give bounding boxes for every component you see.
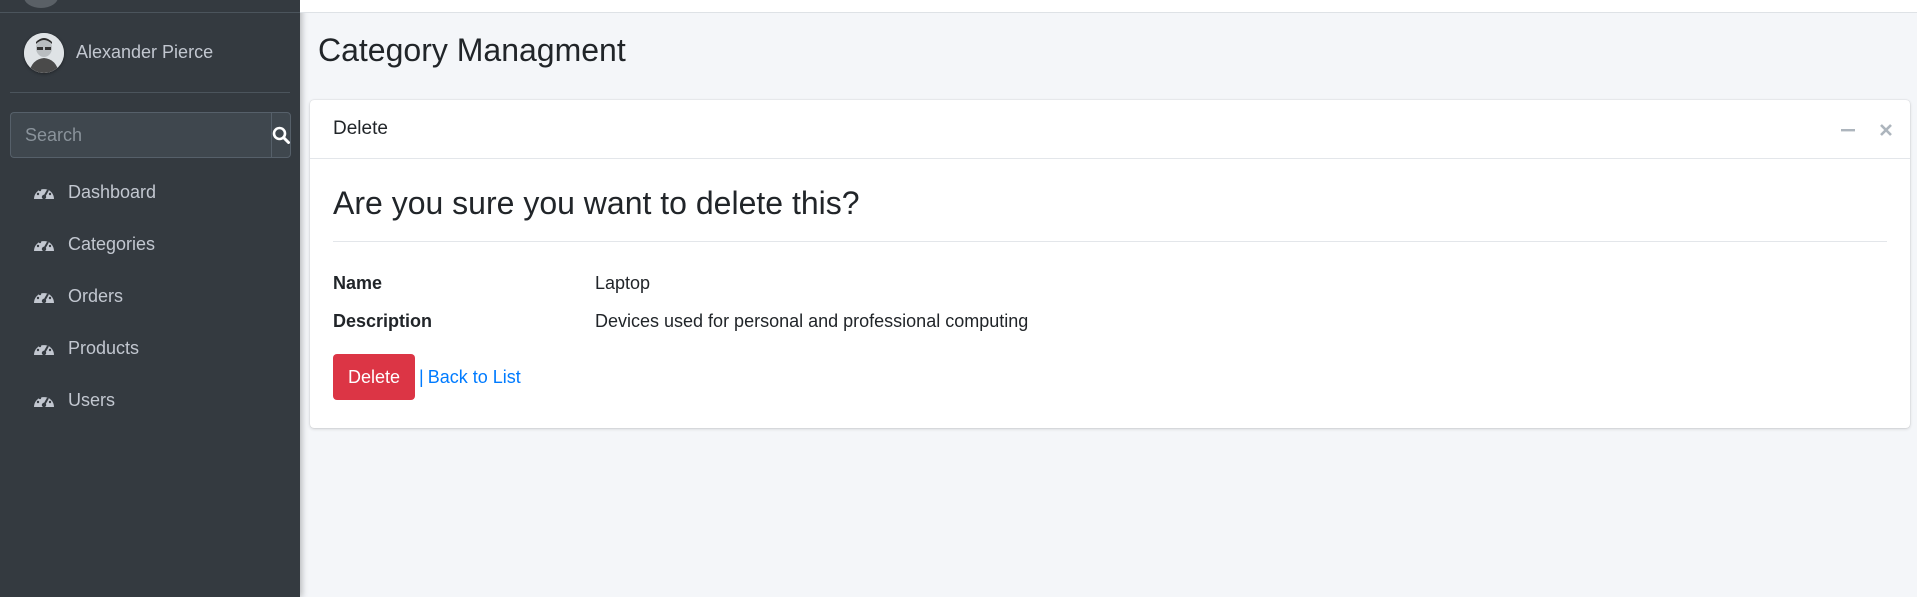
sidebar: Alexander Pierce Dashboard: [0, 0, 300, 597]
tachometer-icon: [34, 186, 54, 200]
tachometer-icon: [34, 394, 54, 408]
divider: [333, 241, 1887, 242]
card-header: Delete: [310, 100, 1910, 159]
detail-term: Description: [333, 310, 433, 331]
sidebar-item-label: Categories: [68, 233, 156, 254]
sidebar-item-label: Products: [68, 337, 140, 358]
detail-row-description: Description Devices used for personal an…: [333, 302, 1887, 340]
minus-icon: [1841, 128, 1855, 131]
search-button[interactable]: [271, 112, 291, 158]
remove-button[interactable]: [1876, 120, 1896, 140]
user-name[interactable]: Alexander Pierce: [76, 42, 213, 63]
sidebar-item-label: Orders: [68, 285, 124, 306]
brand-logo[interactable]: [24, 0, 58, 8]
tachometer-icon: [34, 342, 54, 356]
collapse-button[interactable]: [1838, 120, 1858, 140]
detail-term: Name: [333, 272, 383, 293]
tachometer-icon: [34, 290, 54, 304]
detail-row-name: Name Laptop: [333, 264, 1887, 302]
sidebar-item-products[interactable]: Products: [10, 322, 290, 374]
sidebar-item-label: Users: [68, 389, 116, 410]
sidebar-item-users[interactable]: Users: [10, 374, 290, 426]
avatar-image: [24, 32, 64, 73]
top-navbar: [300, 0, 1917, 13]
detail-value: Laptop: [595, 272, 651, 293]
sidebar-item-categories[interactable]: Categories: [10, 218, 290, 270]
sidebar-nav: Dashboard Categories Orders Products Use…: [10, 166, 290, 426]
delete-card: Delete Are you sure you want to delete t…: [310, 100, 1910, 428]
tachometer-icon: [34, 238, 54, 252]
close-icon: [1880, 123, 1892, 136]
card-tools: [1838, 100, 1896, 159]
search-input[interactable]: [10, 112, 271, 158]
sidebar-item-label: Dashboard: [68, 181, 157, 202]
sidebar-item-dashboard[interactable]: Dashboard: [10, 166, 290, 218]
page-title: Category Managment: [318, 32, 626, 68]
sidebar-item-orders[interactable]: Orders: [10, 270, 290, 322]
delete-button[interactable]: Delete: [333, 354, 415, 400]
user-panel: Alexander Pierce: [10, 13, 290, 93]
sidebar-search: [10, 112, 291, 158]
search-icon: [272, 126, 290, 144]
form-actions: Delete | Back to List: [333, 354, 1887, 400]
avatar[interactable]: [24, 32, 64, 73]
separator: |: [419, 366, 424, 387]
back-to-list-link[interactable]: Back to List: [428, 367, 521, 388]
detail-value: Devices used for personal and profession…: [595, 310, 1029, 331]
card-body: Are you sure you want to delete this? Na…: [310, 159, 1910, 400]
card-title: Delete: [333, 118, 388, 139]
confirm-heading: Are you sure you want to delete this?: [333, 185, 860, 221]
